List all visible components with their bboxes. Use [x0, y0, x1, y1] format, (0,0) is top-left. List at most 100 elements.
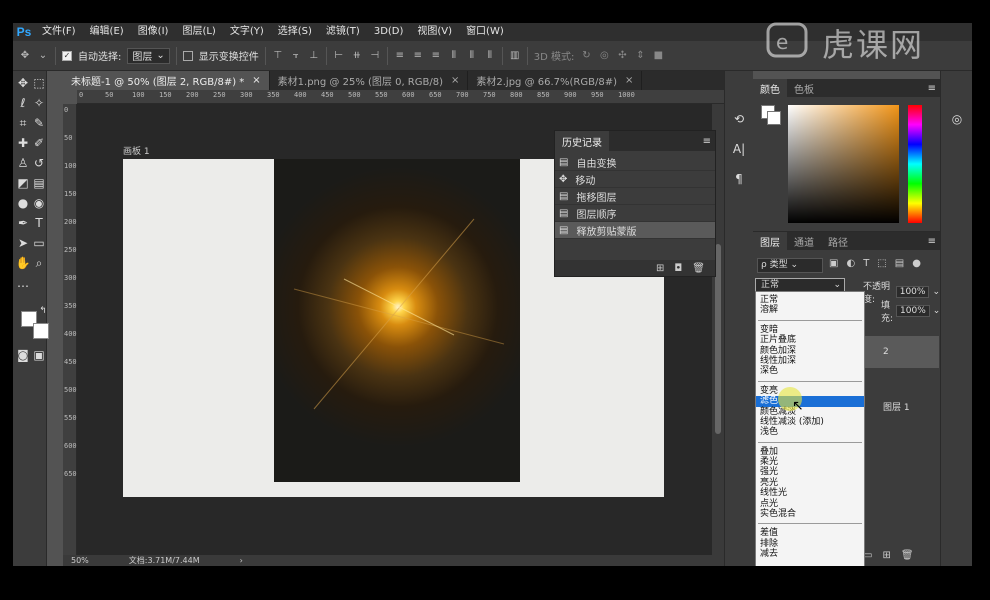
move-tool-icon[interactable]: ✥: [15, 75, 31, 91]
eyedropper-icon[interactable]: ✎: [31, 115, 47, 131]
menu-edit[interactable]: 编辑(E): [83, 23, 131, 41]
history-item[interactable]: ▤ 拖移图层: [555, 188, 715, 205]
paragraph-icon[interactable]: ¶: [731, 171, 747, 187]
blend-option[interactable]: 线性加深: [756, 356, 864, 366]
history-item[interactable]: ▤ 图层顺序: [555, 205, 715, 222]
panel-menu-icon[interactable]: ≡: [928, 83, 940, 94]
trash-icon[interactable]: 🗑: [901, 550, 914, 561]
crop-tool-icon[interactable]: ⌗: [15, 115, 31, 131]
align-right-icon[interactable]: ⊣: [369, 50, 381, 62]
blend-option[interactable]: 减去: [756, 549, 864, 559]
align-hcenter-icon[interactable]: ⧺: [351, 50, 363, 62]
blend-option[interactable]: 亮光: [756, 478, 864, 488]
menu-view[interactable]: 视图(V): [410, 23, 459, 41]
tab-untitled-1[interactable]: 未标题-1 @ 50% (图层 2, RGB/8#) * ×: [63, 71, 270, 90]
blur-tool-icon[interactable]: ●: [15, 195, 31, 211]
hand-tool-icon[interactable]: ✋: [15, 255, 31, 271]
color-field[interactable]: [788, 105, 899, 223]
history-item-selected[interactable]: ▤ 释放剪贴蒙版: [555, 222, 715, 239]
fill-input[interactable]: 100%: [896, 305, 930, 317]
blend-option[interactable]: 变亮: [756, 386, 864, 396]
blend-option[interactable]: 线性光: [756, 488, 864, 498]
menu-select[interactable]: 选择(S): [271, 23, 319, 41]
marquee-tool-icon[interactable]: ⬚: [31, 75, 47, 91]
adjustment-filter-icon[interactable]: ◐: [846, 258, 855, 273]
background-color-swatch[interactable]: [33, 323, 49, 339]
blend-option[interactable]: 排除: [756, 539, 864, 549]
menu-layer[interactable]: 图层(L): [175, 23, 222, 41]
pixel-filter-icon[interactable]: ▣: [829, 258, 838, 273]
auto-align-icon[interactable]: ▥: [509, 50, 521, 62]
blend-option[interactable]: 颜色减淡: [756, 407, 864, 417]
history-tab[interactable]: 历史记录: [555, 131, 609, 151]
hue-slider[interactable]: [908, 105, 922, 223]
menu-file[interactable]: 文件(F): [35, 23, 83, 41]
history-brush-icon[interactable]: ↺: [31, 155, 47, 171]
gradient-icon[interactable]: ▤: [31, 175, 47, 191]
path-select-icon[interactable]: ➤: [15, 235, 31, 251]
3d-rotate-icon[interactable]: ↻: [580, 50, 592, 62]
move-tool-icon[interactable]: ✥: [19, 50, 31, 62]
blend-option[interactable]: 叠加: [756, 447, 864, 457]
align-bottom-icon[interactable]: ⊥: [308, 50, 320, 62]
tab-material-1[interactable]: 素材1.png @ 25% (图层 0, RGB/8) ×: [270, 71, 469, 90]
distribute-right-icon[interactable]: ⦀: [484, 50, 496, 62]
3d-roll-icon[interactable]: ◎: [598, 50, 610, 62]
history-item[interactable]: ▤ 自由变换: [555, 154, 715, 171]
dodge-tool-icon[interactable]: ◉: [31, 195, 47, 211]
zoom-level[interactable]: 50%: [71, 556, 89, 565]
type-tool-icon[interactable]: T: [31, 215, 47, 231]
type-filter-icon[interactable]: T: [863, 258, 869, 273]
distribute-bottom-icon[interactable]: ≡: [430, 50, 442, 62]
rectangle-tool-icon[interactable]: ▭: [31, 235, 47, 251]
blend-option[interactable]: 实色混合: [756, 509, 864, 519]
lasso-tool-icon[interactable]: ℓ: [15, 95, 31, 111]
chevron-down-icon[interactable]: ⌄: [932, 287, 940, 297]
chevron-down-icon[interactable]: ⌄: [37, 50, 49, 62]
blend-option[interactable]: 浅色: [756, 427, 864, 437]
clone-stamp-icon[interactable]: ♙: [15, 155, 31, 171]
auto-select-checkbox[interactable]: ✓: [62, 50, 72, 61]
new-layer-icon[interactable]: ⊞: [882, 550, 890, 561]
blend-option[interactable]: 深色: [756, 366, 864, 376]
character-icon[interactable]: A|: [731, 141, 747, 157]
tab-material-2[interactable]: 素材2.jpg @ 66.7%(RGB/8#) ×: [468, 71, 643, 90]
trash-icon[interactable]: 🗑: [692, 263, 705, 274]
panel-menu-icon[interactable]: ≡: [703, 136, 711, 147]
3d-slide-icon[interactable]: ⇕: [634, 50, 646, 62]
chevron-down-icon[interactable]: ⌄: [933, 306, 941, 316]
blend-option[interactable]: 变暗: [756, 325, 864, 335]
blend-option[interactable]: 线性减淡 (添加): [756, 417, 864, 427]
pen-tool-icon[interactable]: ✒: [15, 215, 31, 231]
menu-window[interactable]: 窗口(W): [459, 23, 511, 41]
libraries-icon[interactable]: ◎: [949, 111, 965, 127]
menu-filter[interactable]: 滤镜(T): [319, 23, 367, 41]
more-tools-icon[interactable]: …: [15, 275, 31, 291]
character-styles-icon[interactable]: ⟲: [731, 111, 747, 127]
eraser-icon[interactable]: ◩: [15, 175, 31, 191]
blend-option[interactable]: 强光: [756, 467, 864, 477]
blend-option[interactable]: 颜色加深: [756, 346, 864, 356]
healing-brush-icon[interactable]: ✚: [15, 135, 31, 151]
magic-wand-icon[interactable]: ✧: [31, 95, 47, 111]
align-vcenter-icon[interactable]: ⫟: [290, 50, 302, 62]
smart-object-filter-icon[interactable]: ▤: [895, 258, 904, 273]
close-icon[interactable]: ×: [252, 75, 260, 86]
background-color-swatch[interactable]: [767, 111, 781, 125]
shape-filter-icon[interactable]: ⬚: [877, 258, 886, 273]
status-menu-arrow[interactable]: ›: [240, 556, 243, 565]
brush-tool-icon[interactable]: ✐: [31, 135, 47, 151]
tab-swatches[interactable]: 色板: [787, 79, 821, 97]
new-document-icon[interactable]: ⊞: [656, 263, 664, 274]
layer-filter-dropdown[interactable]: ρ 类型 ⌄: [757, 258, 823, 273]
blend-option[interactable]: 溶解: [756, 305, 864, 315]
distribute-hcenter-icon[interactable]: ⦀: [466, 50, 478, 62]
align-top-icon[interactable]: ⊤: [272, 50, 284, 62]
panel-menu-icon[interactable]: ≡: [928, 236, 940, 247]
transform-controls-checkbox[interactable]: [182, 50, 193, 61]
menu-type[interactable]: 文字(Y): [223, 23, 271, 41]
blend-option-highlighted[interactable]: 滤色: [756, 396, 864, 407]
tab-paths[interactable]: 路径: [821, 232, 855, 250]
3d-scale-icon[interactable]: ■: [652, 50, 664, 62]
swap-colors-icon[interactable]: ↰: [35, 303, 51, 319]
